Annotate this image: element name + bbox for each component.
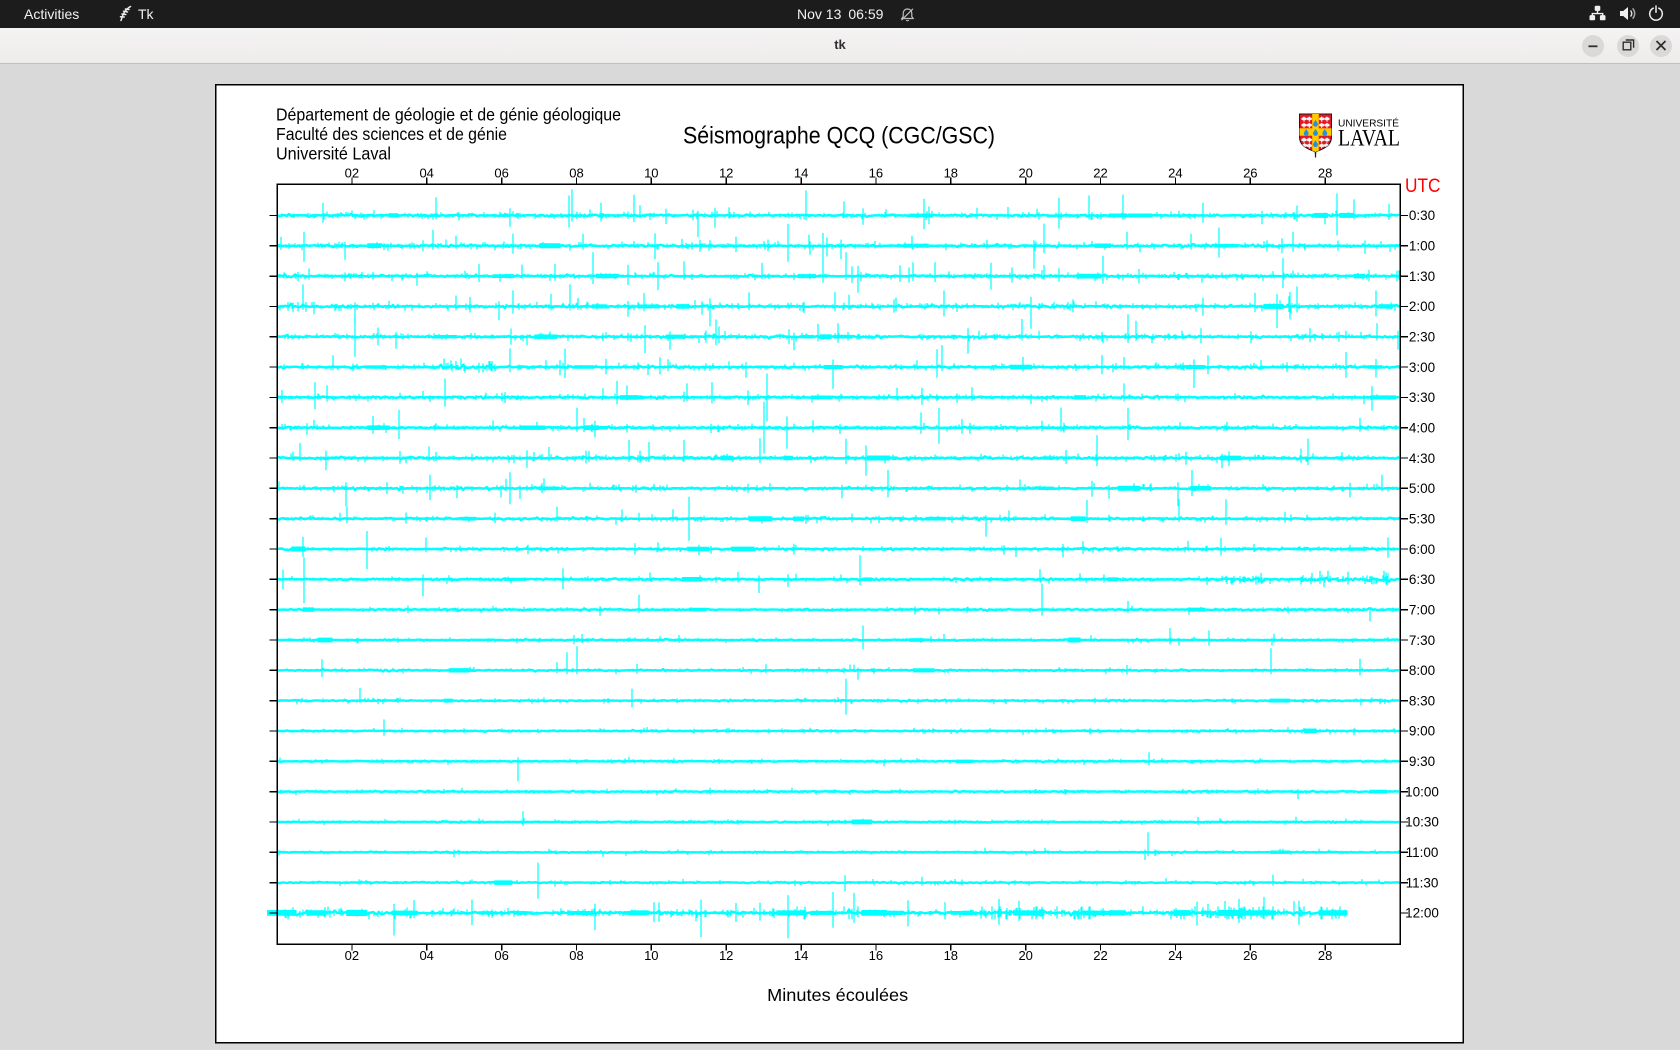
svg-text:12: 12 bbox=[719, 948, 733, 963]
svg-text:28: 28 bbox=[1318, 948, 1332, 963]
svg-text:Minutes écoulées: Minutes écoulées bbox=[767, 985, 908, 1005]
svg-text:7:00: 7:00 bbox=[1409, 602, 1435, 617]
svg-text:10: 10 bbox=[644, 166, 658, 181]
svg-text:18: 18 bbox=[944, 166, 958, 181]
svg-text:24: 24 bbox=[1168, 948, 1182, 963]
svg-text:10: 10 bbox=[644, 948, 658, 963]
svg-text:14: 14 bbox=[794, 948, 808, 963]
svg-text:2:30: 2:30 bbox=[1409, 330, 1435, 345]
svg-text:Département de géologie et de: Département de géologie et de génie géol… bbox=[276, 105, 621, 125]
svg-text:Faculté des sciences et de gén: Faculté des sciences et de génie bbox=[276, 124, 507, 144]
svg-text:16: 16 bbox=[869, 166, 883, 181]
svg-text:Université Laval: Université Laval bbox=[276, 144, 391, 164]
svg-text:12:00: 12:00 bbox=[1405, 906, 1439, 921]
svg-text:20: 20 bbox=[1018, 166, 1032, 181]
svg-text:2:00: 2:00 bbox=[1409, 299, 1435, 314]
svg-text:04: 04 bbox=[419, 948, 433, 963]
svg-text:12: 12 bbox=[719, 166, 733, 181]
svg-text:24: 24 bbox=[1168, 166, 1182, 181]
svg-text:02: 02 bbox=[345, 948, 359, 963]
svg-text:5:00: 5:00 bbox=[1409, 481, 1435, 496]
svg-text:06: 06 bbox=[494, 948, 508, 963]
svg-text:14: 14 bbox=[794, 166, 808, 181]
svg-text:06: 06 bbox=[494, 166, 508, 181]
svg-text:1:30: 1:30 bbox=[1409, 269, 1435, 284]
svg-text:22: 22 bbox=[1093, 166, 1107, 181]
svg-text:1:00: 1:00 bbox=[1409, 239, 1435, 254]
svg-text:08: 08 bbox=[569, 948, 583, 963]
svg-text:6:00: 6:00 bbox=[1409, 542, 1435, 557]
svg-text:26: 26 bbox=[1243, 166, 1257, 181]
svg-text:08: 08 bbox=[569, 166, 583, 181]
svg-text:7:30: 7:30 bbox=[1409, 633, 1435, 648]
svg-text:26: 26 bbox=[1243, 948, 1257, 963]
svg-text:18: 18 bbox=[944, 948, 958, 963]
svg-text:16: 16 bbox=[869, 948, 883, 963]
svg-text:9:00: 9:00 bbox=[1409, 724, 1435, 739]
svg-text:3:00: 3:00 bbox=[1409, 360, 1435, 375]
svg-text:20: 20 bbox=[1018, 948, 1032, 963]
svg-text:0:30: 0:30 bbox=[1409, 208, 1435, 223]
svg-text:9:30: 9:30 bbox=[1409, 754, 1435, 769]
svg-text:11:00: 11:00 bbox=[1406, 845, 1439, 860]
svg-text:4:30: 4:30 bbox=[1409, 451, 1435, 466]
svg-text:04: 04 bbox=[419, 166, 433, 181]
svg-text:UTC: UTC bbox=[1405, 175, 1441, 197]
svg-text:5:30: 5:30 bbox=[1409, 512, 1435, 527]
svg-text:4:00: 4:00 bbox=[1409, 421, 1435, 436]
svg-text:02: 02 bbox=[345, 166, 359, 181]
svg-text:8:30: 8:30 bbox=[1409, 693, 1435, 708]
svg-text:10:30: 10:30 bbox=[1405, 815, 1439, 830]
svg-text:3:30: 3:30 bbox=[1409, 390, 1435, 405]
svg-text:28: 28 bbox=[1318, 166, 1332, 181]
svg-text:6:30: 6:30 bbox=[1409, 572, 1435, 587]
svg-text:LAVAL: LAVAL bbox=[1338, 126, 1400, 151]
svg-text:10:00: 10:00 bbox=[1405, 784, 1439, 799]
svg-text:11:30: 11:30 bbox=[1406, 875, 1439, 890]
svg-text:8:00: 8:00 bbox=[1409, 663, 1435, 678]
svg-text:Séismographe QCQ (CGC/GSC): Séismographe QCQ (CGC/GSC) bbox=[683, 123, 995, 150]
svg-text:22: 22 bbox=[1093, 948, 1107, 963]
